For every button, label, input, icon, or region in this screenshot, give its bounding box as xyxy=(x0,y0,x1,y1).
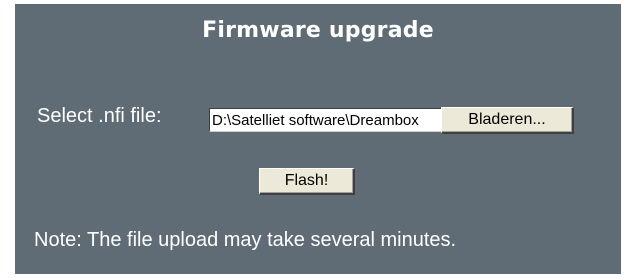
firmware-upgrade-panel: Firmware upgrade Select .nfi file: Blade… xyxy=(15,4,621,274)
file-path-input[interactable] xyxy=(209,108,442,132)
browse-button[interactable]: Bladeren... xyxy=(441,107,574,134)
select-file-label: Select .nfi file: xyxy=(37,105,162,127)
panel-title: Firmware upgrade xyxy=(202,18,434,43)
upload-note: Note: The file upload may take several m… xyxy=(34,229,457,251)
flash-button[interactable]: Flash! xyxy=(259,168,355,195)
